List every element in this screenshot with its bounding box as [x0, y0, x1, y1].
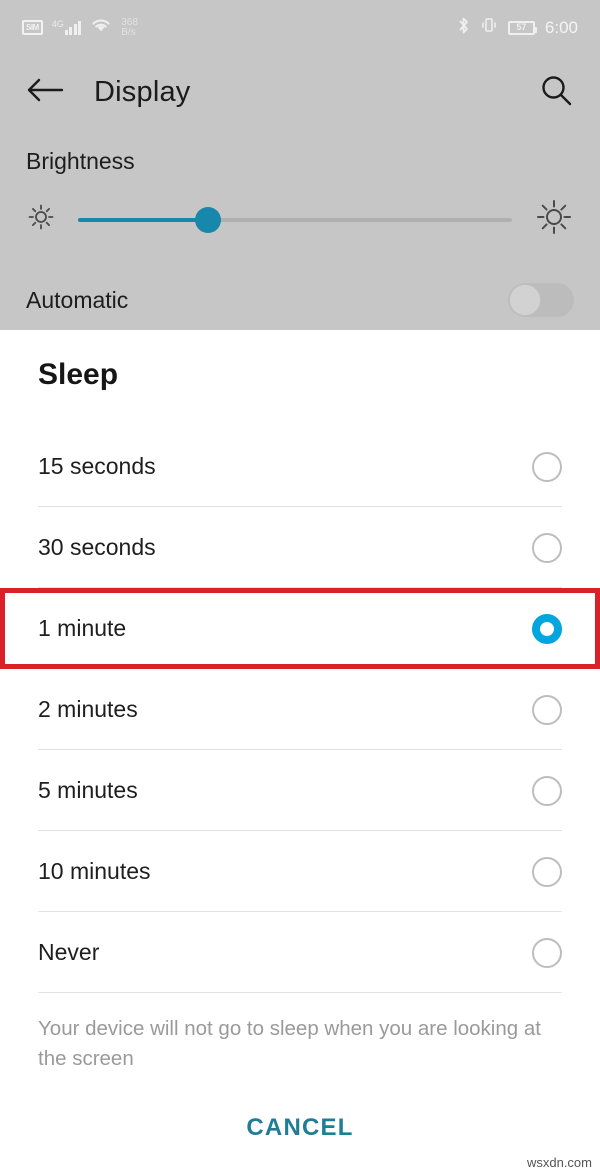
- clock-label: 6:00: [544, 18, 578, 37]
- radio-button[interactable]: [532, 694, 562, 725]
- app-bar: Display: [0, 55, 600, 130]
- brightness-slider[interactable]: [78, 206, 512, 233]
- bluetooth-icon: [457, 16, 470, 40]
- status-bar: SIM 4G 368 B/s 57 6:00: [0, 0, 600, 55]
- option-label: 1 minute: [38, 615, 127, 641]
- list-divider: [38, 992, 562, 993]
- network-type-label: 4G: [51, 19, 64, 29]
- search-icon[interactable]: [538, 72, 574, 113]
- radio-button[interactable]: [532, 451, 562, 482]
- phone-screen: SIM 4G 368 B/s 57 6:00 Display Brightnes…: [0, 0, 600, 1176]
- sim-icon: SIM: [22, 20, 43, 35]
- option-row-2-minutes[interactable]: 2 minutes: [0, 669, 600, 750]
- option-row-5-minutes[interactable]: 5 minutes: [0, 750, 600, 831]
- option-label: 30 seconds: [38, 534, 156, 560]
- brightness-slider-row: [0, 192, 600, 247]
- watermark-label: wsxdn.com: [526, 1155, 592, 1170]
- vibrate-icon: [480, 16, 498, 39]
- cellular-signal-icon: 4G: [52, 20, 82, 35]
- signal-bars-icon: [64, 20, 82, 35]
- brightness-label: Brightness: [26, 148, 135, 174]
- cancel-button[interactable]: CANCEL: [246, 1114, 353, 1142]
- wifi-icon: [90, 17, 112, 38]
- option-row-never[interactable]: Never: [0, 912, 600, 993]
- dialog-actions: CANCEL: [0, 1080, 600, 1176]
- sleep-dialog: Sleep 15 seconds 30 seconds 1 minute 2 m…: [0, 330, 600, 1176]
- dialog-footnote: Your device will not go to sleep when yo…: [38, 1017, 541, 1070]
- automatic-brightness-row[interactable]: Automatic: [0, 270, 600, 330]
- radio-button[interactable]: [532, 937, 562, 968]
- option-label: Never: [38, 939, 100, 965]
- dialog-title: Sleep: [38, 358, 119, 391]
- radio-button[interactable]: [532, 775, 562, 806]
- option-label: 5 minutes: [38, 777, 138, 803]
- back-arrow-icon[interactable]: [26, 76, 64, 109]
- option-row-10-minutes[interactable]: 10 minutes: [0, 831, 600, 912]
- option-label: 15 seconds: [38, 453, 156, 479]
- data-rate-value: 368: [121, 16, 138, 28]
- option-row-30-seconds[interactable]: 30 seconds: [0, 507, 600, 588]
- option-row-15-seconds[interactable]: 15 seconds: [0, 426, 600, 507]
- radio-button[interactable]: [532, 532, 562, 563]
- brightness-low-icon: [26, 202, 56, 237]
- battery-percent-label: 57: [516, 22, 527, 32]
- battery-icon: 57: [507, 20, 537, 35]
- brightness-slider-thumb[interactable]: [195, 206, 222, 233]
- page-title: Display: [94, 76, 191, 108]
- display-settings-panel: Brightness Automatic: [0, 130, 600, 330]
- status-bar-left: SIM 4G 368 B/s: [22, 17, 138, 38]
- radio-button[interactable]: [532, 856, 562, 887]
- option-row-1-minute[interactable]: 1 minute: [0, 588, 600, 669]
- automatic-toggle-thumb: [509, 284, 541, 316]
- data-rate-unit: B/s: [121, 26, 136, 38]
- option-label: 10 minutes: [38, 858, 151, 884]
- automatic-toggle[interactable]: [508, 283, 574, 317]
- data-rate-indicator: 368 B/s: [121, 16, 138, 38]
- option-label: 2 minutes: [38, 696, 138, 722]
- brightness-slider-fill: [78, 217, 209, 222]
- automatic-label: Automatic: [26, 286, 129, 313]
- radio-button-selected[interactable]: [532, 613, 562, 644]
- brightness-high-icon: [534, 197, 574, 242]
- status-bar-right: 57 6:00: [457, 16, 578, 40]
- sleep-options-list: 15 seconds 30 seconds 1 minute 2 minutes…: [0, 426, 600, 993]
